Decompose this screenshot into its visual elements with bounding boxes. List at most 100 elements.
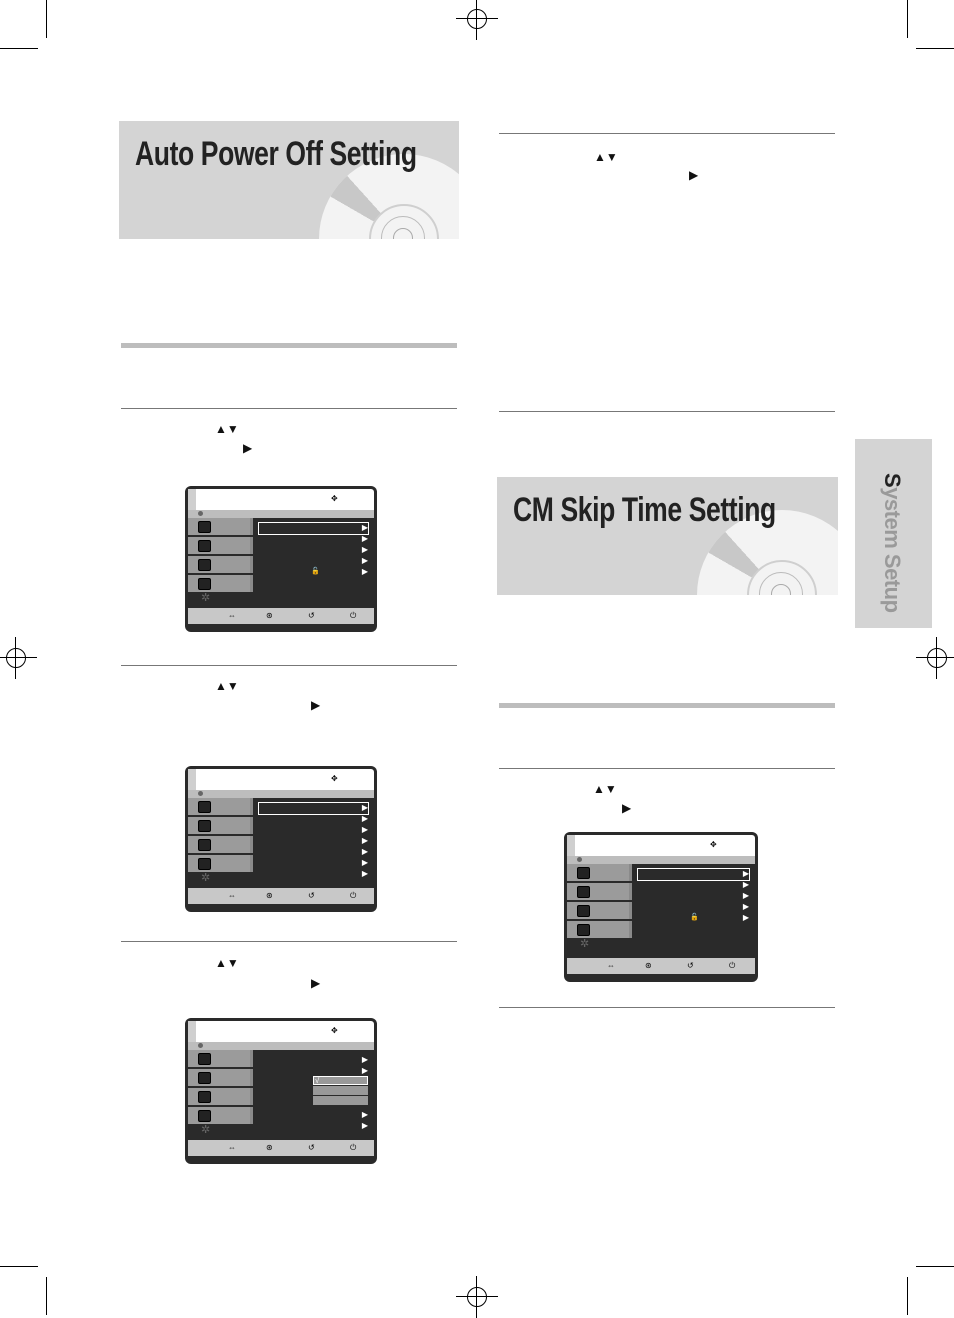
chapter-label-rest: ystem Setup — [880, 487, 905, 613]
disc-icon — [198, 858, 211, 870]
exit-icon: ⏻ — [350, 1143, 357, 1152]
divider — [499, 768, 835, 769]
up-down-arrows-icon: ▲▼ — [594, 150, 618, 164]
gear-icon: ✲ — [201, 1124, 211, 1136]
submenu-arrow-icon: ▶ — [361, 814, 368, 823]
ok-icon: ⊛ — [266, 611, 273, 620]
submenu-arrow-icon: ▶ — [742, 891, 749, 900]
disc-icon — [198, 511, 203, 516]
ok-icon: ⊛ — [645, 961, 652, 970]
gear-icon: ✲ — [201, 872, 211, 884]
crop-mark — [907, 0, 908, 38]
return-icon: ↺ — [308, 611, 315, 620]
divider — [121, 941, 457, 942]
registration-mark — [0, 637, 37, 679]
submenu-arrow-icon: ▶ — [361, 567, 368, 576]
submenu-arrow-icon: ▶ — [361, 523, 368, 532]
gear-icon: ✲ — [580, 938, 590, 950]
disc-icon — [198, 791, 203, 796]
option-selected: √ — [313, 1076, 368, 1085]
music-icon — [198, 1072, 211, 1084]
up-down-arrows-icon: ▲▼ — [215, 956, 239, 970]
submenu-arrow-icon: ▶ — [742, 902, 749, 911]
menu-tab-music — [188, 1069, 253, 1086]
menu-tab-video — [188, 1050, 253, 1067]
submenu-arrow-icon: ▶ — [361, 836, 368, 845]
crop-mark — [916, 48, 954, 49]
crop-mark — [907, 1277, 908, 1315]
menu-tab-disc — [188, 1107, 253, 1124]
menu-tab-video — [567, 864, 632, 881]
menu-tab-music — [567, 883, 632, 900]
menu-tab-disc — [567, 921, 632, 938]
photo-icon — [198, 1091, 211, 1103]
submenu-arrow-icon: ▶ — [361, 858, 368, 867]
osd-screen: ✥ ✲ ▶ ▶ ▶ ▶ ▶ 🔓 ⇔ ⊛ ↺ ⏻ — [564, 832, 758, 982]
osd-screen: ✥ ✲ ▶ ▶ ▶ ▶ ▶ ▶ ▶ ⇔ ⊛ ↺ ⏻ — [185, 766, 377, 912]
submenu-arrow-icon: ▶ — [361, 803, 368, 812]
disc-icon — [198, 1110, 211, 1122]
return-icon: ↺ — [687, 961, 694, 970]
music-icon — [198, 540, 211, 552]
photo-icon — [198, 839, 211, 851]
ok-icon: ⊛ — [266, 1143, 273, 1152]
submenu-arrow-icon: ▶ — [742, 880, 749, 889]
crop-mark — [916, 1266, 954, 1267]
music-icon — [198, 820, 211, 832]
lock-icon: 🔓 — [311, 568, 320, 575]
option-popup: √ — [313, 1076, 368, 1106]
film-icon — [198, 521, 211, 533]
disc-icon — [198, 1043, 203, 1048]
crop-mark — [0, 48, 38, 49]
right-arrow-icon: ▶ — [689, 168, 699, 182]
menu-tab-disc — [188, 855, 253, 872]
selected-menu-item — [637, 868, 750, 881]
menu-tab-photo — [188, 836, 253, 853]
section-banner-cm-skip-time: CM Skip Time Setting — [497, 477, 838, 595]
move-icon: ⇔ — [228, 1143, 236, 1152]
chapter-label-initial: S — [880, 473, 905, 488]
photo-icon — [198, 559, 211, 571]
lock-icon: 🔓 — [690, 914, 699, 921]
move-icon: ⇔ — [228, 891, 236, 900]
disc-icon — [198, 578, 211, 590]
ok-icon: ⊛ — [266, 891, 273, 900]
option — [313, 1096, 368, 1105]
up-down-arrows-icon: ▲▼ — [593, 782, 617, 796]
divider — [499, 703, 835, 708]
submenu-arrow-icon: ▶ — [361, 1055, 368, 1064]
crop-mark — [46, 0, 47, 38]
crop-mark — [46, 1277, 47, 1315]
divider — [499, 411, 835, 412]
gear-icon: ✲ — [201, 592, 211, 604]
move-icon: ⇔ — [607, 961, 615, 970]
menu-tab-music — [188, 817, 253, 834]
registration-mark — [456, 1276, 498, 1318]
exit-icon: ⏻ — [729, 961, 736, 970]
divider — [121, 665, 457, 666]
section-title: CM Skip Time Setting — [513, 491, 776, 529]
menu-tab-photo — [188, 556, 253, 573]
registration-mark — [456, 0, 498, 40]
disc-icon — [577, 924, 590, 936]
submenu-arrow-icon: ▶ — [361, 556, 368, 565]
disc-icon — [577, 857, 582, 862]
submenu-arrow-icon: ▶ — [361, 1066, 368, 1075]
divider — [499, 133, 835, 134]
submenu-arrow-icon: ▶ — [742, 869, 749, 878]
option — [313, 1086, 368, 1095]
menu-tab-photo — [188, 1088, 253, 1105]
menu-tab-disc — [188, 575, 253, 592]
registration-mark — [916, 637, 954, 679]
submenu-arrow-icon: ▶ — [361, 534, 368, 543]
film-icon — [198, 1053, 211, 1065]
crop-mark — [0, 1266, 38, 1267]
check-icon: √ — [315, 1076, 320, 1085]
submenu-arrow-icon: ▶ — [361, 825, 368, 834]
chapter-side-tab: System Setup — [855, 439, 932, 628]
submenu-arrow-icon: ▶ — [361, 847, 368, 856]
nav-icon: ✥ — [331, 1026, 338, 1035]
exit-icon: ⏻ — [350, 611, 357, 620]
right-arrow-icon: ▶ — [311, 976, 321, 990]
selected-menu-item — [258, 522, 369, 535]
